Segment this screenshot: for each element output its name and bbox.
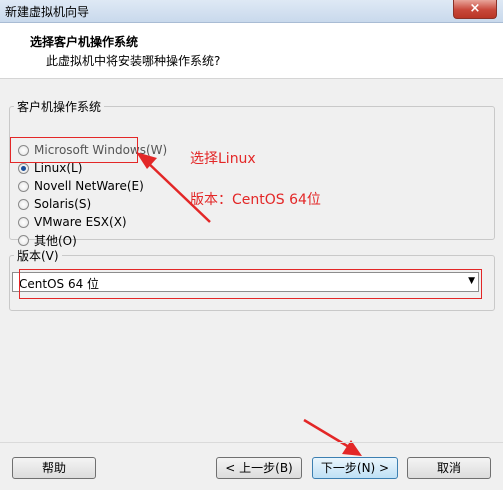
- arrow-to-next: [303, 418, 362, 456]
- version-annotation: 版本：CentOS 64位: [190, 192, 321, 208]
- wizard-header: 选择客户机操作系统 此虚拟机中将安装哪种操作系统?: [0, 23, 503, 79]
- radio-vmware-esx[interactable]: VMware ESX(X): [18, 214, 127, 230]
- radio-label: Linux(L): [34, 161, 83, 175]
- page-subtitle: 此虚拟机中将安装哪种操作系统?: [46, 54, 221, 68]
- close-icon: ×: [469, 1, 481, 16]
- radio-label: VMware ESX(X): [34, 215, 127, 229]
- radio-netware[interactable]: Novell NetWare(E): [18, 178, 144, 194]
- page-title: 选择客户机操作系统: [30, 35, 139, 49]
- help-button[interactable]: 帮助: [12, 457, 96, 479]
- radio-label: Solaris(S): [34, 197, 92, 211]
- radio-indicator[interactable]: [18, 162, 29, 174]
- guest-os-legend: 客户机操作系统: [17, 100, 102, 114]
- radio-indicator[interactable]: [18, 234, 29, 246]
- chevron-down-icon[interactable]: ▼: [468, 276, 475, 286]
- version-select-value: CentOS 64 位: [19, 277, 100, 291]
- guest-os-group: 客户机操作系统 Microsoft Windows(W) Linux(L) No…: [9, 98, 495, 248]
- close-button[interactable]: ×: [453, 0, 497, 19]
- radio-label: Novell NetWare(E): [34, 179, 144, 193]
- back-button[interactable]: < 上一步(B): [216, 457, 302, 479]
- radio-linux[interactable]: Linux(L): [18, 160, 82, 176]
- radio-indicator[interactable]: [18, 144, 29, 156]
- radio-other[interactable]: 其他(O): [18, 232, 77, 248]
- cancel-button[interactable]: 取消: [407, 457, 491, 479]
- next-button[interactable]: 下一步(N) >: [312, 457, 398, 479]
- version-legend: 版本(V): [17, 249, 59, 263]
- radio-label: Microsoft Windows(W): [34, 143, 168, 157]
- radio-windows[interactable]: Microsoft Windows(W): [18, 142, 167, 158]
- radio-solaris[interactable]: Solaris(S): [18, 196, 91, 212]
- title-bar: 新建虚拟机向导 ×: [0, 0, 503, 23]
- radio-label: 其他(O): [34, 233, 77, 248]
- select-linux-annotation: 选择Linux: [190, 151, 256, 167]
- radio-indicator[interactable]: [18, 198, 29, 210]
- window-title: 新建虚拟机向导: [5, 5, 90, 19]
- version-select[interactable]: CentOS 64 位 ▼: [12, 272, 479, 292]
- radio-indicator[interactable]: [18, 180, 29, 192]
- radio-indicator[interactable]: [18, 216, 29, 228]
- footer-divider: [0, 442, 503, 443]
